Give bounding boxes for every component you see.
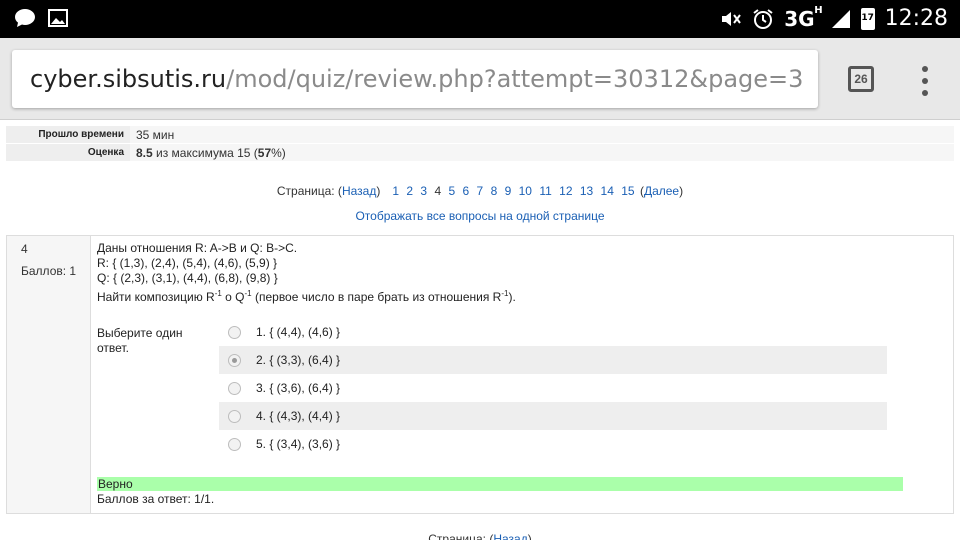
question-card: 4 Баллов: 1 Даны отношения R: A->B и Q: … bbox=[6, 235, 954, 514]
prev-page-link[interactable]: Назад bbox=[493, 532, 527, 540]
answer-option-3[interactable]: 3. { (3,6), (6,4) } bbox=[219, 374, 887, 402]
mute-icon bbox=[722, 11, 742, 26]
page-link-14[interactable]: 14 bbox=[601, 184, 614, 198]
attempt-summary-table: Прошло времени 35 мин Оценка 8.5 из макс… bbox=[6, 126, 954, 162]
current-page: 4 bbox=[434, 184, 442, 198]
summary-row-grade: Оценка 8.5 из максимума 15 (57%) bbox=[6, 144, 954, 162]
summary-label: Прошло времени bbox=[6, 126, 130, 143]
page-link-12[interactable]: 12 bbox=[559, 184, 572, 198]
page-link-9[interactable]: 9 bbox=[505, 184, 512, 198]
signal-icon bbox=[831, 9, 850, 28]
prev-page-link[interactable]: Назад bbox=[342, 184, 376, 198]
status-bar: 3G H 17 12:28 bbox=[0, 0, 960, 38]
page-link-1[interactable]: 1 bbox=[392, 184, 399, 198]
answer-grade: Баллов за ответ: 1/1. bbox=[97, 492, 215, 506]
alarm-icon bbox=[753, 8, 773, 29]
radio-button[interactable] bbox=[228, 409, 241, 423]
answer-options: 1. { (4,4), (4,6) } 2. { (3,3), (6,4) } … bbox=[219, 318, 887, 458]
page-link-3[interactable]: 3 bbox=[420, 184, 427, 198]
next-page-link[interactable]: Далее bbox=[644, 184, 679, 198]
question-info: 4 Баллов: 1 bbox=[7, 236, 91, 513]
clock: 12:28 bbox=[884, 6, 948, 31]
url-host: cyber.sibsutis.ru bbox=[30, 65, 227, 93]
page-link-7[interactable]: 7 bbox=[477, 184, 484, 198]
correct-feedback: Верно bbox=[97, 477, 903, 491]
question-mark: Баллов: 1 bbox=[21, 264, 77, 278]
summary-label: Оценка bbox=[6, 144, 130, 161]
answer-prompt: Выберите один ответ. bbox=[97, 326, 183, 355]
radio-button-selected[interactable] bbox=[228, 353, 241, 367]
show-all-questions-link[interactable]: Отображать все вопросы на одной странице bbox=[0, 209, 960, 223]
network-type: 3G H bbox=[784, 4, 823, 31]
summary-row-time: Прошло времени 35 мин bbox=[6, 126, 954, 144]
page-link-13[interactable]: 13 bbox=[580, 184, 593, 198]
question-text: Даны отношения R: A->B и Q: B->C. R: { (… bbox=[97, 241, 516, 304]
page-link-2[interactable]: 2 bbox=[406, 184, 413, 198]
image-notification-icon bbox=[48, 9, 68, 27]
radio-button[interactable] bbox=[228, 437, 241, 451]
page-link-8[interactable]: 8 bbox=[491, 184, 498, 198]
question-number: 4 bbox=[21, 242, 28, 256]
page-navigation-bottom: Страница: (Назад) bbox=[0, 532, 960, 540]
page-navigation: Страница: (Назад) 1 2 3 4 5 6 7 8 9 10 1… bbox=[276, 184, 684, 198]
page-link-5[interactable]: 5 bbox=[448, 184, 455, 198]
answer-option-4[interactable]: 4. { (4,3), (4,4) } bbox=[219, 402, 887, 430]
chat-notification-icon bbox=[15, 9, 35, 27]
summary-value: 8.5 из максимума 15 (57%) bbox=[130, 144, 954, 161]
page-link-10[interactable]: 10 bbox=[519, 184, 532, 198]
answer-option-5[interactable]: 5. { (3,4), (3,6) } bbox=[219, 430, 887, 458]
summary-value: 35 мин bbox=[130, 126, 954, 143]
battery-icon: 17 bbox=[860, 7, 875, 30]
radio-button[interactable] bbox=[228, 325, 241, 339]
page-link-11[interactable]: 11 bbox=[539, 184, 551, 198]
page-link-15[interactable]: 15 bbox=[621, 184, 634, 198]
radio-button[interactable] bbox=[228, 381, 241, 395]
browser-toolbar: cyber.sibsutis.ru/mod/quiz/review.php?at… bbox=[0, 38, 960, 120]
page-link-6[interactable]: 6 bbox=[463, 184, 470, 198]
url-path: /mod/quiz/review.php?attempt=30312&page=… bbox=[226, 65, 804, 93]
tab-switcher-button[interactable]: 26 bbox=[848, 66, 874, 92]
answer-option-1[interactable]: 1. { (4,4), (4,6) } bbox=[219, 318, 887, 346]
overflow-menu-icon[interactable] bbox=[916, 66, 934, 96]
address-bar[interactable]: cyber.sibsutis.ru/mod/quiz/review.php?at… bbox=[12, 50, 818, 108]
answer-option-2[interactable]: 2. { (3,3), (6,4) } bbox=[219, 346, 887, 374]
